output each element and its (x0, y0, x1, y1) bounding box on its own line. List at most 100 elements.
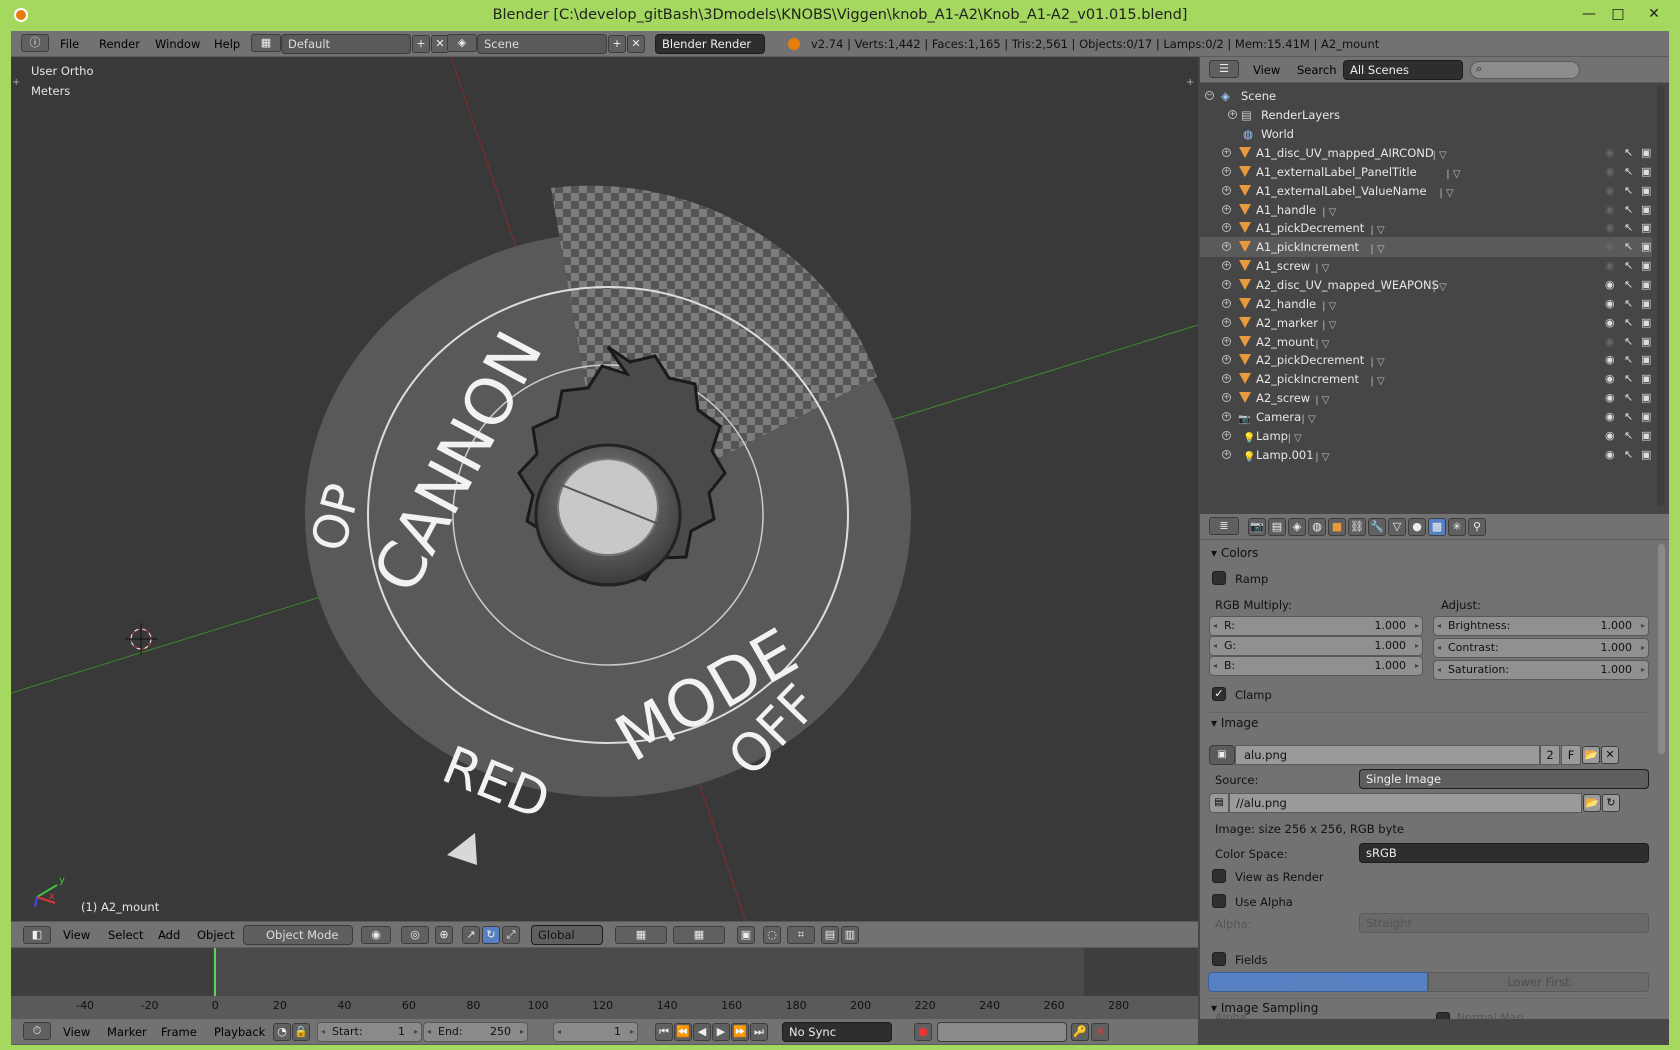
image-panel-header[interactable]: ▾ Image (1211, 716, 1258, 730)
visibility-eye-icon[interactable]: ◉ (1605, 445, 1615, 465)
modifiers-tab-icon[interactable]: 🔧 (1368, 518, 1386, 536)
particles-tab-icon[interactable]: ✳ (1448, 518, 1466, 536)
image-browse-icon[interactable]: ▣ (1209, 745, 1235, 765)
browse-filepath-icon[interactable]: 📂 (1583, 794, 1601, 812)
selectability-cursor-icon[interactable]: ↖ (1624, 332, 1633, 352)
outliner-row[interactable]: + A2_screw | ▽ ◉ ↖ ▣ (1200, 388, 1652, 408)
outliner-panel[interactable]: ☰ View Search All Scenes ⌕ + A1_disc_UV_m… (1200, 57, 1669, 512)
selectability-cursor-icon[interactable]: ↖ (1624, 218, 1633, 238)
selectability-cursor-icon[interactable]: ↖ (1624, 350, 1633, 370)
delete-scene-icon[interactable]: ✕ (627, 35, 645, 53)
expand-row-icon[interactable]: + (1222, 411, 1231, 421)
outliner-row[interactable]: + A2_pickDecrement | ▽ ◉ ↖ ▣ (1200, 350, 1652, 370)
selectability-cursor-icon[interactable]: ↖ (1624, 275, 1633, 295)
expand-renderlayers-icon[interactable]: + (1228, 110, 1237, 119)
fake-user-button[interactable]: F (1561, 745, 1581, 765)
outliner-search-field[interactable]: ⌕ (1470, 61, 1580, 79)
texture-tab-icon[interactable]: ▩ (1428, 518, 1446, 536)
collapse-scene-icon[interactable]: − (1205, 91, 1214, 100)
properties-shelf-toggle-icon[interactable]: + (1186, 77, 1194, 88)
visibility-eye-icon[interactable]: ◉ (1605, 181, 1615, 201)
image-name-field[interactable]: alu.png (1235, 745, 1540, 765)
transform-orientation-dropdown[interactable]: Global (531, 925, 603, 945)
upper-first-button[interactable]: Upper First (1208, 972, 1428, 992)
timeline-menu-frame[interactable]: Frame (161, 1019, 197, 1045)
expand-row-icon[interactable]: + (1222, 223, 1231, 233)
visibility-eye-icon[interactable]: ◉ (1605, 350, 1615, 370)
scene-icon[interactable]: ◈ (447, 34, 477, 52)
renderability-camera-icon[interactable]: ▣ (1641, 426, 1651, 446)
expand-row-icon[interactable]: + (1222, 185, 1231, 195)
selectability-cursor-icon[interactable]: ↖ (1624, 294, 1633, 314)
renderability-camera-icon[interactable]: ▣ (1641, 275, 1651, 295)
expand-row-icon[interactable]: + (1222, 204, 1231, 214)
outliner-row[interactable]: + A1_pickDecrement | ▽ ◉ ↖ ▣ (1200, 218, 1652, 238)
colors-panel-header[interactable]: ▾ Colors (1211, 546, 1258, 560)
fields-checkbox[interactable] (1212, 952, 1226, 966)
selectability-cursor-icon[interactable]: ↖ (1624, 369, 1633, 389)
selectability-cursor-icon[interactable]: ↖ (1624, 313, 1633, 333)
unlink-image-icon[interactable]: ✕ (1601, 746, 1619, 764)
renderability-camera-icon[interactable]: ▣ (1641, 143, 1651, 163)
selectability-cursor-icon[interactable]: ↖ (1624, 407, 1633, 427)
selectability-cursor-icon[interactable]: ↖ (1624, 388, 1633, 408)
outliner-row[interactable]: + 💡 Lamp.001 | ▽ ◉ ↖ ▣ (1200, 445, 1652, 465)
auto-keying-record-icon[interactable]: ● (914, 1023, 932, 1041)
renderability-camera-icon[interactable]: ▣ (1641, 350, 1651, 370)
outliner-display-mode-dropdown[interactable]: All Scenes (1343, 60, 1463, 80)
renderability-camera-icon[interactable]: ▣ (1641, 162, 1651, 182)
translate-manipulator-icon[interactable]: ↗ (462, 926, 480, 944)
renderability-camera-icon[interactable]: ▣ (1641, 369, 1651, 389)
add-scene-icon[interactable]: + (608, 35, 626, 53)
color-space-dropdown[interactable]: sRGB (1359, 843, 1649, 863)
brightness-field[interactable]: ◂ Brightness: 1.000 ▸ (1433, 616, 1649, 636)
expand-row-icon[interactable]: + (1222, 279, 1231, 289)
outliner-menu-search[interactable]: Search (1297, 57, 1337, 83)
info-editor-type-icon[interactable]: ⓘ (21, 34, 49, 52)
outliner-row[interactable]: + A2_marker | ▽ ◉ ↖ ▣ (1200, 313, 1652, 333)
viewport-shading-icon[interactable]: ◉ (361, 926, 391, 944)
outliner-scrollbar[interactable] (1657, 86, 1664, 506)
timeline-menu-playback[interactable]: Playback (214, 1019, 265, 1045)
expand-row-icon[interactable]: + (1222, 242, 1231, 252)
expand-row-icon[interactable]: + (1222, 355, 1231, 365)
keying-set-field[interactable] (937, 1022, 1067, 1042)
outliner-row[interactable]: + A2_mount | ▽ ◉ ↖ ▣ (1200, 332, 1652, 352)
delete-keyframe-icon[interactable]: ✕ (1091, 1023, 1109, 1041)
renderlayers-tab-icon[interactable]: ▤ (1268, 518, 1286, 536)
scene-tab-icon[interactable]: ◈ (1288, 518, 1306, 536)
lock-frame-icon[interactable]: 🔒 (292, 1023, 310, 1041)
outliner-editor-type-icon[interactable]: ☰ (1209, 60, 1239, 78)
expand-row-icon[interactable]: + (1222, 336, 1231, 346)
start-frame-field[interactable]: ◂ Start: 1 ▸ (317, 1022, 422, 1042)
menu-file[interactable]: File (60, 31, 79, 57)
renderability-camera-icon[interactable]: ▣ (1641, 388, 1651, 408)
screen-layout-field[interactable]: Default (281, 34, 411, 54)
visibility-eye-icon[interactable]: ◉ (1605, 313, 1615, 333)
selectability-cursor-icon[interactable]: ↖ (1624, 200, 1633, 220)
renderability-camera-icon[interactable]: ▣ (1641, 294, 1651, 314)
knob-model[interactable]: OP CANNON MODE RED OFF (300, 185, 911, 865)
renderability-camera-icon[interactable]: ▣ (1641, 313, 1651, 333)
world-row[interactable]: ◍ World (1200, 124, 1652, 144)
visibility-eye-icon[interactable]: ◉ (1605, 256, 1615, 276)
image-users-count[interactable]: 2 (1540, 745, 1560, 765)
properties-scrollbar[interactable] (1658, 544, 1665, 754)
preview-range-icon[interactable]: ◔ (273, 1023, 291, 1041)
manipulator-toggle-icon[interactable]: ⊕ (435, 926, 453, 944)
visibility-eye-icon[interactable]: ◉ (1605, 200, 1615, 220)
render-animation-icon[interactable]: ▥ (841, 926, 859, 944)
layers-group-2-icon[interactable]: ▦ (673, 926, 725, 944)
visibility-eye-icon[interactable]: ◉ (1605, 294, 1615, 314)
renderability-camera-icon[interactable]: ▣ (1641, 200, 1651, 220)
expand-row-icon[interactable]: + (1222, 298, 1231, 308)
expand-row-icon[interactable]: + (1222, 166, 1231, 176)
sync-dropdown[interactable]: No Sync (782, 1022, 892, 1042)
filepath-field[interactable]: //alu.png (1229, 793, 1582, 813)
play-icon[interactable]: ▶ (712, 1023, 730, 1041)
expand-row-icon[interactable]: + (1222, 430, 1231, 440)
normal-map-checkbox[interactable] (1436, 1012, 1450, 1019)
data-tab-icon[interactable]: ▽ (1388, 518, 1406, 536)
expand-row-icon[interactable]: + (1222, 393, 1231, 403)
outliner-row[interactable]: + A1_pickIncrement | ▽ ◉ ↖ ▣ (1200, 237, 1652, 258)
